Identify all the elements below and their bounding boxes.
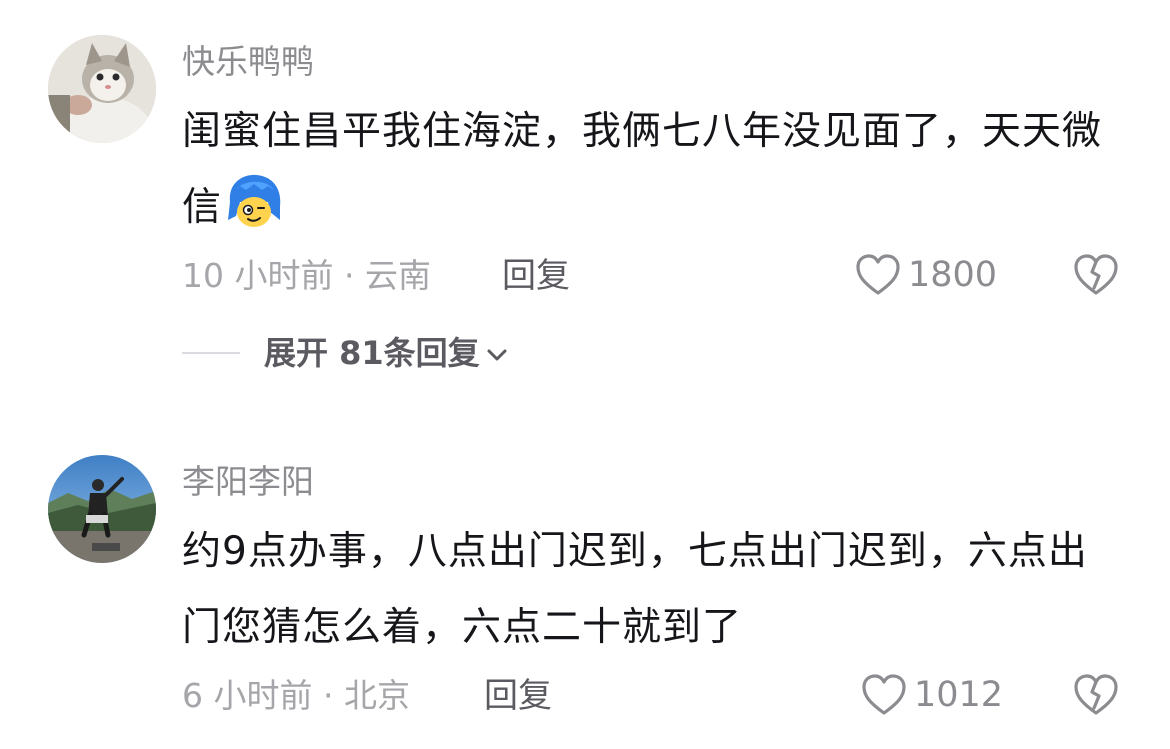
- comment-meta: 6 小时前 · 北京: [182, 676, 410, 715]
- reply-button[interactable]: 回复: [484, 676, 552, 716]
- comment-text: 约9点办事，八点出门迟到，七点出门迟到，六点出门您猜怎么着，六点二十就到了: [182, 514, 1122, 666]
- comment-item: 李阳李阳 约9点办事，八点出门迟到，七点出门迟到，六点出门您猜怎么着，六点二十就…: [0, 400, 1170, 749]
- user-avatar[interactable]: [48, 35, 156, 143]
- broken-heart-icon: [1074, 674, 1118, 715]
- person-mountain-avatar-icon: [48, 455, 156, 563]
- like-count: 1800: [908, 255, 998, 295]
- comment-text-content: 约9点办事，八点出门迟到，七点出门迟到，六点出门您猜怎么着，六点二十就到了: [182, 529, 1088, 650]
- chevron-down-icon: [487, 349, 507, 361]
- heart-outline-icon: [862, 674, 906, 715]
- user-avatar[interactable]: [48, 455, 156, 563]
- heart-outline-icon: [856, 254, 900, 295]
- broken-heart-icon: [1074, 254, 1118, 295]
- comment-text: 闺蜜住昌平我住海淀，我俩七八年没见面了，天天微信: [182, 94, 1122, 246]
- comment-item: 快乐鸭鸭 闺蜜住昌平我住海淀，我俩七八年没见面了，天天微信 10 小时前 · 云…: [0, 0, 1170, 400]
- dislike-button[interactable]: [1072, 672, 1120, 722]
- expand-replies-label: 展开 81条回复: [264, 334, 480, 372]
- dislike-button[interactable]: [1072, 252, 1120, 302]
- expand-divider: [182, 352, 240, 354]
- reply-button[interactable]: 回复: [502, 256, 570, 296]
- comment-meta: 10 小时前 · 云南: [182, 256, 431, 295]
- like-button[interactable]: 1800: [854, 252, 997, 298]
- like-count: 1012: [914, 675, 1004, 715]
- blue-hair-face-emoji-icon: [224, 172, 284, 232]
- comment-text-content: 闺蜜住昌平我住海淀，我俩七八年没见面了，天天微信: [182, 109, 1103, 230]
- like-button[interactable]: 1012: [860, 672, 1003, 718]
- username[interactable]: 李阳李阳: [182, 462, 314, 502]
- username[interactable]: 快乐鸭鸭: [182, 42, 314, 82]
- cat-avatar-icon: [48, 35, 156, 143]
- expand-replies-button[interactable]: 展开 81条回复: [182, 333, 508, 373]
